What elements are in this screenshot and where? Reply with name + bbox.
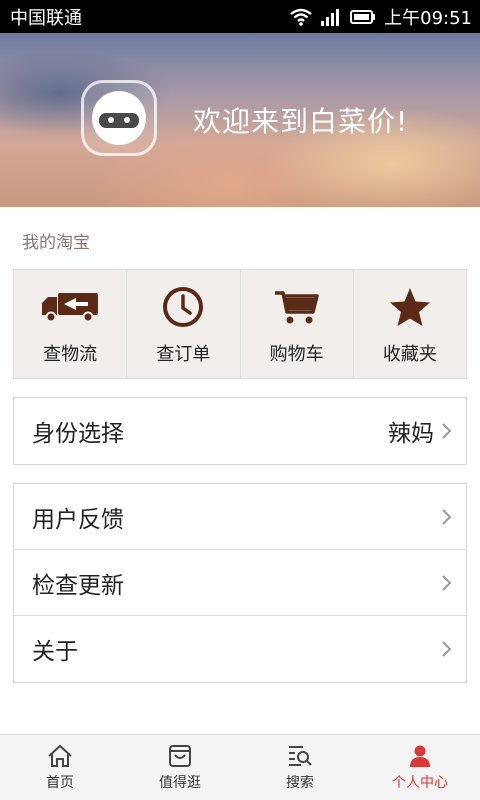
chevron-right-icon (442, 508, 452, 525)
row-about[interactable]: 关于 (14, 616, 466, 682)
quick-shopping-cart[interactable]: 购物车 (241, 270, 354, 378)
tab-home[interactable]: 首页 (0, 735, 120, 800)
section-title-my-taobao: 我的淘宝 (22, 233, 90, 253)
person-icon (410, 745, 430, 767)
identity-row[interactable]: 身份选择 辣妈 (14, 398, 466, 464)
tab-worth-browsing[interactable]: 值得逛 (120, 735, 240, 800)
bottom-tab-bar: 首页 值得逛 搜索 个人中心 (0, 734, 480, 800)
row-feedback[interactable]: 用户反馈 (14, 484, 466, 550)
quick-track-shipment[interactable]: 查物流 (14, 270, 128, 378)
signal-icon (321, 8, 340, 26)
carrier-name: 中国联通 (10, 7, 82, 29)
chevron-right-icon (442, 423, 452, 439)
identity-card: 身份选择 辣妈 (13, 397, 467, 465)
chevron-right-icon (442, 574, 452, 591)
my-taobao-grid: 查物流 查订单 购物车 收藏夹 (13, 269, 467, 379)
quick-favorites[interactable]: 收藏夹 (354, 270, 466, 378)
welcome-text: 欢迎来到白菜价! (193, 105, 409, 138)
feedback-label: 用户反馈 (32, 506, 124, 533)
identity-label: 身份选择 (32, 421, 124, 447)
clock-time: 上午09:51 (384, 7, 472, 29)
quick-label: 查物流 (43, 344, 98, 365)
avatar[interactable] (81, 80, 157, 156)
status-icons: 上午09:51 (290, 4, 472, 30)
chevron-right-icon (442, 641, 452, 657)
tab-search[interactable]: 搜索 (240, 735, 360, 800)
clock-icon (163, 287, 204, 327)
tab-personal-center[interactable]: 个人中心 (360, 735, 480, 800)
quick-label: 查订单 (156, 344, 211, 365)
tab-label: 值得逛 (159, 774, 201, 791)
about-label: 关于 (32, 639, 78, 665)
star-icon (389, 288, 430, 326)
wifi-icon (290, 8, 312, 26)
battery-icon (350, 9, 376, 24)
row-check-update[interactable]: 检查更新 (14, 550, 466, 616)
quick-label: 收藏夹 (382, 344, 437, 365)
tab-label: 首页 (46, 774, 74, 791)
identity-value: 辣妈 (388, 421, 434, 447)
tab-label: 个人中心 (392, 774, 448, 791)
tab-label: 搜索 (286, 774, 314, 791)
truck-icon (42, 293, 99, 323)
status-bar: 中国联通 上午09:51 (0, 0, 480, 33)
quick-check-orders[interactable]: 查订单 (127, 270, 241, 378)
search-icon (289, 745, 312, 766)
profile-header: 欢迎来到白菜价! (0, 33, 480, 207)
home-icon (48, 744, 72, 767)
avatar-face-icon (92, 91, 146, 145)
quick-label: 购物车 (269, 344, 324, 365)
check-update-label: 检查更新 (32, 572, 124, 599)
settings-card: 用户反馈 检查更新 关于 (13, 483, 467, 683)
cart-icon (274, 291, 319, 324)
bag-icon (169, 744, 191, 767)
